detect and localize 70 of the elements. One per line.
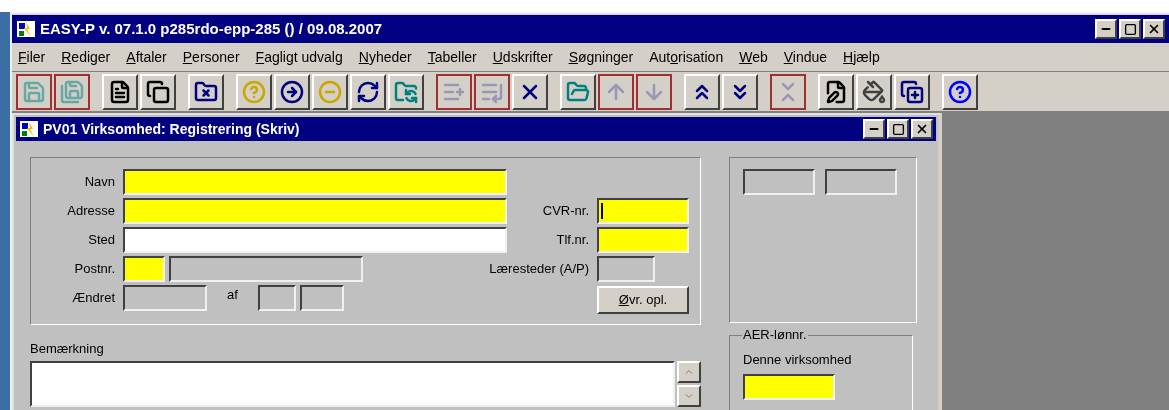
folder-icon	[566, 79, 590, 104]
menu-item[interactable]: Tabeller	[427, 46, 477, 68]
input-field[interactable]	[123, 256, 165, 282]
close-icon	[1147, 22, 1161, 36]
document-icon	[108, 79, 132, 104]
input-field[interactable]	[597, 256, 655, 282]
maximize-button[interactable]	[887, 119, 909, 139]
maximize-icon	[1123, 22, 1137, 36]
field-label: CVR-nr.	[542, 202, 589, 221]
floppy-stack-icon	[60, 79, 84, 104]
input-field[interactable]	[169, 256, 363, 282]
field-label: Ændret	[71, 289, 115, 308]
input-field[interactable]	[743, 169, 815, 195]
field-label: Adresse	[66, 202, 115, 221]
menu-item[interactable]: Søgninger	[568, 46, 634, 68]
folder-sync-icon	[394, 79, 418, 104]
input-field[interactable]	[597, 198, 689, 224]
app-icon	[16, 20, 36, 38]
field-label: af	[226, 286, 239, 305]
input-field[interactable]	[299, 285, 344, 311]
window-title: EASY-P v. 07.1.0 p285rdo-epp-285 () / 09.08.2007	[40, 18, 384, 39]
aer-label: Denne virksomhed	[743, 351, 853, 369]
field-label: Postnr.	[73, 260, 115, 279]
menu-item[interactable]: Nyheder	[358, 46, 412, 68]
help-icon	[948, 79, 972, 104]
form-title: PV01 Virksomhed: Registrering (Skriv)	[43, 119, 301, 139]
input-field[interactable]	[123, 227, 507, 253]
input-field[interactable]	[123, 198, 507, 224]
menu-item[interactable]: Hjælp	[843, 46, 880, 68]
menu-item[interactable]: Fagligt udvalg	[255, 46, 343, 68]
scroll-down-button[interactable]	[677, 384, 701, 407]
minimize-button[interactable]	[1095, 19, 1117, 39]
input-field[interactable]	[123, 169, 507, 195]
menu-item[interactable]: Personer	[182, 46, 240, 68]
refresh-icon	[356, 79, 380, 104]
menu-item[interactable]: Web	[739, 46, 768, 68]
folder-cross-icon	[194, 79, 218, 104]
copy-plus-icon	[900, 79, 924, 104]
pen-document-icon	[824, 79, 848, 104]
menu-item[interactable]: Autorisation	[649, 46, 724, 68]
close-icon	[915, 122, 929, 136]
bucket-icon	[862, 79, 886, 104]
input-field[interactable]	[597, 227, 689, 253]
remarks-label: Bemærkning	[30, 340, 105, 358]
minimize-button[interactable]	[863, 119, 885, 139]
question-icon	[242, 79, 266, 104]
menu-item[interactable]: Rediger	[61, 46, 111, 68]
app-icon	[19, 120, 39, 138]
field-label: Sted	[87, 231, 115, 250]
close-button[interactable]	[1143, 19, 1165, 39]
field-label: Tlf.nr.	[556, 231, 589, 250]
close-button[interactable]	[911, 119, 933, 139]
field-label: Læresteder (A/P)	[489, 260, 589, 279]
input-field[interactable]	[825, 169, 897, 195]
more-info-button[interactable]: Øvr. opl.	[597, 286, 689, 314]
menu-item[interactable]: Udskrifter	[492, 46, 553, 68]
menu-item[interactable]: Aftaler	[126, 46, 167, 68]
menu-item[interactable]: Filer	[18, 46, 46, 68]
input-field[interactable]	[257, 285, 296, 311]
menu-item[interactable]: Vindue	[783, 46, 828, 68]
scroll-up-button[interactable]	[677, 360, 701, 383]
input-field[interactable]	[123, 285, 207, 311]
minus-circle-icon	[318, 79, 342, 104]
maximize-icon	[891, 122, 905, 136]
arrow-circle-icon	[280, 79, 304, 104]
maximize-button[interactable]	[1119, 19, 1141, 39]
field-label: Navn	[83, 173, 115, 192]
copy-icon	[146, 79, 170, 104]
remarks-field[interactable]	[30, 360, 675, 407]
input-field[interactable]	[743, 373, 835, 400]
